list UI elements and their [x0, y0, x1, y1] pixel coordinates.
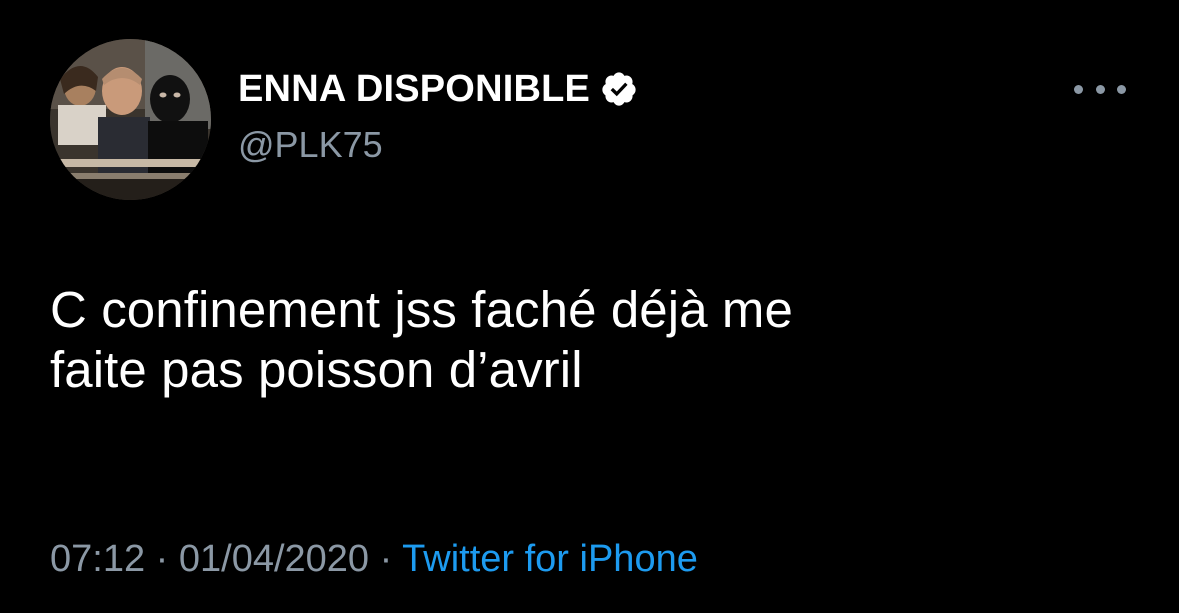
more-dot [1074, 84, 1083, 94]
tweet-text: C confinement jss faché déjà me faite pa… [50, 280, 1110, 400]
tweet-time[interactable]: 07:12 [50, 538, 145, 580]
verified-badge-icon [600, 70, 638, 108]
avatar-photo [50, 39, 211, 200]
author-name-row[interactable]: ENNA DISPONIBLE [238, 66, 638, 112]
tweet-text-line: C confinement jss faché déjà me [50, 281, 793, 338]
more-options-icon[interactable] [1074, 74, 1126, 104]
tweet-date[interactable]: 01/04/2020 [179, 538, 369, 580]
meta-separator: · [379, 538, 393, 580]
more-dot [1095, 84, 1105, 94]
profile-avatar[interactable] [50, 39, 211, 200]
tweet: ENNA DISPONIBLE @PLK75 C confinement jss… [0, 0, 1179, 613]
display-name[interactable]: ENNA DISPONIBLE [238, 68, 590, 111]
meta-separator: · [155, 538, 169, 580]
user-handle[interactable]: @PLK75 [238, 124, 383, 166]
tweet-source-link[interactable]: Twitter for iPhone [402, 538, 698, 580]
more-dot [1117, 84, 1126, 94]
tweet-metadata: 07:12 · 01/04/2020 · Twitter for iPhone [50, 538, 698, 581]
tweet-text-line: faite pas poisson d’avril [50, 341, 583, 398]
